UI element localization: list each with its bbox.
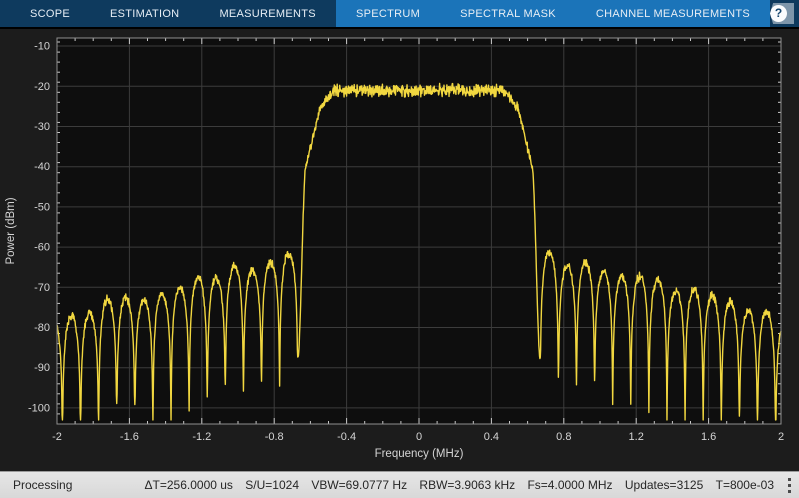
- svg-text:-60: -60: [34, 242, 50, 254]
- y-axis-label: Power (dBm): [5, 197, 17, 264]
- svg-text:-80: -80: [34, 322, 50, 334]
- svg-text:-10: -10: [34, 41, 50, 53]
- svg-text:-40: -40: [34, 161, 50, 173]
- svg-text:-100: -100: [28, 402, 50, 414]
- stat-samples-per-update: S/U=1024: [245, 478, 299, 492]
- svg-text:-50: -50: [34, 201, 50, 213]
- stat-fs: Fs=4.0000 MHz: [527, 478, 613, 492]
- plot-region: -2 -1.6 -1.2 -0.8 -0.4 0 0.4 0.8 1.2 1.6 2 -10 -20 -3…: [0, 29, 799, 471]
- tab-group-active: SPECTRUM SPECTRAL MASK CHANNEL MEASUREME…: [335, 0, 770, 27]
- help-button[interactable]: ?: [769, 3, 794, 24]
- svg-text:-1.6: -1.6: [120, 431, 139, 443]
- svg-text:0.4: 0.4: [484, 431, 499, 443]
- svg-text:2: 2: [778, 431, 784, 443]
- status-measurements: ΔT=256.0000 us S/U=1024 VBW=69.0777 Hz R…: [136, 478, 774, 492]
- tab-spectral-mask[interactable]: SPECTRAL MASK: [440, 0, 576, 27]
- tab-scope[interactable]: SCOPE: [10, 0, 90, 27]
- svg-text:-1.2: -1.2: [192, 431, 211, 443]
- tab-measurements[interactable]: MEASUREMENTS: [199, 0, 336, 27]
- question-mark-icon: ?: [769, 5, 787, 22]
- svg-text:-30: -30: [34, 121, 50, 133]
- tab-group: SCOPE ESTIMATION MEASUREMENTS: [10, 0, 336, 27]
- spectrum-analyzer-window: SCOPE ESTIMATION MEASUREMENTS SPECTRUM S…: [0, 0, 799, 498]
- svg-text:0: 0: [416, 431, 422, 443]
- stat-rbw: RBW=3.9063 kHz: [419, 478, 516, 492]
- kebab-vertical-icon[interactable]: [782, 472, 796, 498]
- status-bar: Processing ΔT=256.0000 us S/U=1024 VBW=6…: [0, 471, 799, 498]
- status-processing-label: Processing: [13, 478, 73, 492]
- stat-vbw: VBW=69.0777 Hz: [311, 478, 408, 492]
- toolstrip: SCOPE ESTIMATION MEASUREMENTS SPECTRUM S…: [0, 0, 799, 29]
- svg-text:-0.4: -0.4: [337, 431, 356, 443]
- svg-text:0.8: 0.8: [556, 431, 571, 443]
- svg-text:-2: -2: [52, 431, 62, 443]
- svg-text:-90: -90: [34, 362, 50, 374]
- tab-channel-measurements[interactable]: CHANNEL MEASUREMENTS: [576, 0, 770, 27]
- stat-updates: Updates=3125: [624, 478, 704, 492]
- svg-text:-70: -70: [34, 282, 50, 294]
- tab-spectrum[interactable]: SPECTRUM: [336, 0, 440, 27]
- spectrum-plot-canvas[interactable]: -2 -1.6 -1.2 -0.8 -0.4 0 0.4 0.8 1.2 1.6 2 -10 -20 -3…: [0, 29, 799, 471]
- svg-text:-20: -20: [34, 81, 50, 93]
- stat-time: T=800e-03: [715, 478, 774, 492]
- svg-text:-0.8: -0.8: [265, 431, 284, 443]
- svg-text:1.6: 1.6: [701, 431, 716, 443]
- x-axis-label: Frequency (MHz): [375, 448, 464, 460]
- stat-delta-t: ΔT=256.0000 us: [144, 478, 233, 492]
- svg-text:1.2: 1.2: [629, 431, 644, 443]
- tab-estimation[interactable]: ESTIMATION: [90, 0, 199, 27]
